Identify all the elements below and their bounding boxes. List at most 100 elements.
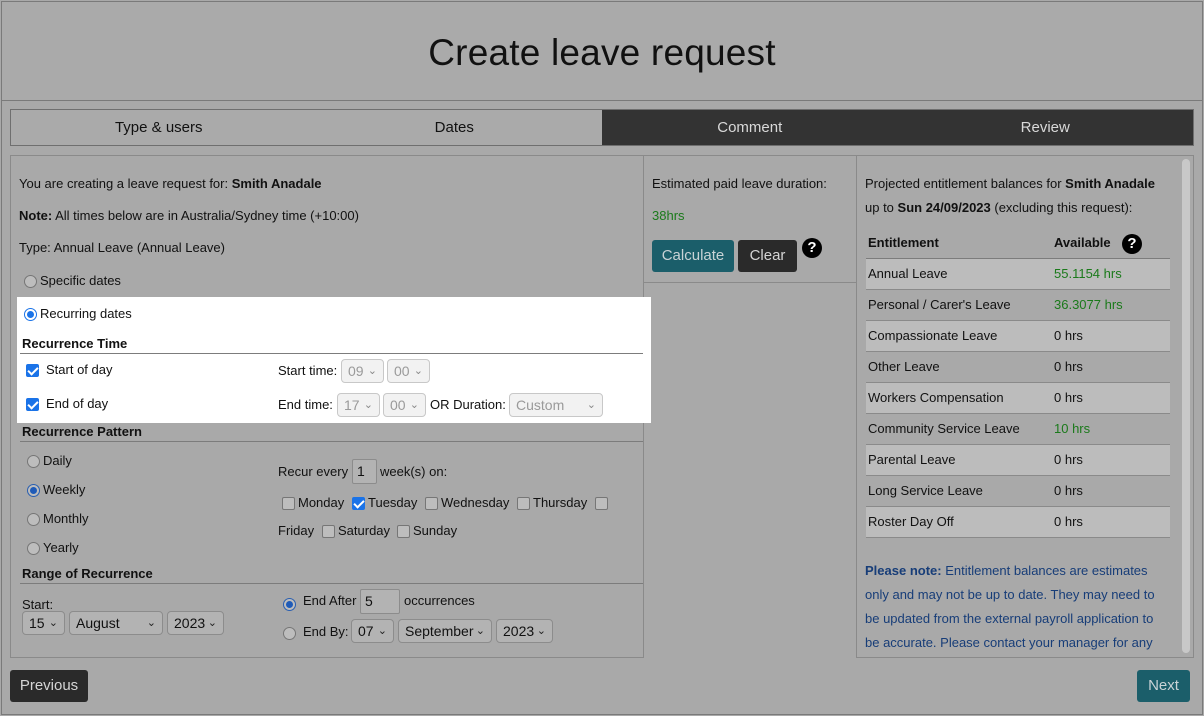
wednesday-checkbox[interactable]: [425, 497, 438, 510]
start-day-select[interactable]: 15 ⌄: [22, 611, 65, 635]
start-minute-select[interactable]: 00 ⌄: [387, 359, 430, 383]
wizard-tabs: Type & users Dates Comment Review: [10, 109, 1194, 146]
recurring-dates-radio[interactable]: [24, 308, 37, 321]
start-of-day-checkbox[interactable]: [26, 364, 39, 377]
recurring-dates-label[interactable]: Recurring dates: [40, 306, 132, 321]
leave-type-text: Type: Annual Leave (Annual Leave): [19, 240, 225, 255]
monday-label[interactable]: Monday: [298, 495, 344, 510]
monthly-radio[interactable]: [27, 513, 40, 526]
friday-checkbox[interactable]: [595, 497, 608, 510]
weeks-on-label: week(s) on:: [380, 464, 448, 479]
start-minute-value: 00: [394, 363, 410, 379]
sunday-checkbox[interactable]: [397, 525, 410, 538]
chevron-down-icon: ⌄: [207, 617, 217, 629]
previous-button[interactable]: Previous: [10, 670, 88, 702]
end-hour-value: 17: [344, 397, 360, 413]
end-after-label[interactable]: End After: [303, 593, 356, 608]
saturday-label[interactable]: Saturday: [338, 523, 390, 538]
end-by-label[interactable]: End By:: [303, 624, 349, 639]
tuesday-checkbox[interactable]: [352, 497, 365, 510]
creating-for-name: Smith Anadale: [231, 176, 322, 191]
thursday-checkbox[interactable]: [517, 497, 530, 510]
chevron-down-icon: ⌄: [586, 399, 596, 411]
recurrence-time-title: Recurrence Time: [22, 336, 128, 351]
next-button[interactable]: Next: [1137, 670, 1190, 702]
tab-dates[interactable]: Dates: [306, 110, 602, 145]
end-by-radio[interactable]: [283, 627, 296, 640]
sunday-label[interactable]: Sunday: [413, 523, 457, 538]
end-by-year-select[interactable]: 2023 ⌄: [496, 619, 553, 643]
specific-dates-label[interactable]: Specific dates: [40, 273, 121, 288]
start-year-select[interactable]: 2023 ⌄: [167, 611, 224, 635]
start-hour-select[interactable]: 09 ⌄: [341, 359, 384, 383]
entitlement-available: 55.1154 hrs: [1052, 258, 1170, 290]
friday-label[interactable]: Friday: [278, 523, 314, 538]
yearly-radio[interactable]: [27, 542, 40, 555]
entitlement-available: 0 hrs: [1052, 382, 1170, 414]
weekly-label[interactable]: Weekly: [43, 482, 85, 497]
daily-label[interactable]: Daily: [43, 453, 72, 468]
table-row: Workers Compensation 0 hrs: [866, 382, 1170, 414]
entitlement-help-icon[interactable]: ?: [1122, 234, 1142, 254]
recur-every-input[interactable]: 1: [352, 459, 377, 484]
creating-for-label: You are creating a leave request for:: [19, 176, 232, 191]
end-by-day-value: 07: [358, 623, 374, 639]
table-row: Parental Leave 0 hrs: [866, 444, 1170, 476]
weekly-radio[interactable]: [27, 484, 40, 497]
end-after-radio[interactable]: [283, 598, 296, 611]
table-row: Long Service Leave 0 hrs: [866, 475, 1170, 507]
table-row: Compassionate Leave 0 hrs: [866, 320, 1170, 352]
monday-checkbox[interactable]: [282, 497, 295, 510]
start-of-day-label[interactable]: Start of day: [46, 362, 112, 377]
wednesday-label[interactable]: Wednesday: [441, 495, 509, 510]
entitlement-name: Community Service Leave: [866, 413, 1052, 445]
end-by-month-select[interactable]: September ⌄: [398, 619, 492, 643]
note-heading: Please note:: [865, 563, 942, 578]
tuesday-label[interactable]: Tuesday: [368, 495, 417, 510]
projected-line-2: up to Sun 24/09/2023 (excluding this req…: [865, 200, 1132, 215]
saturday-checkbox[interactable]: [322, 525, 335, 538]
thursday-label[interactable]: Thursday: [533, 495, 587, 510]
entitlement-available: 36.3077 hrs: [1052, 289, 1170, 321]
start-month-value: August: [76, 615, 120, 631]
end-of-day-checkbox[interactable]: [26, 398, 39, 411]
estimate-value: 38hrs: [652, 208, 685, 223]
chevron-down-icon: ⌄: [48, 617, 58, 629]
chevron-down-icon: ⌄: [367, 365, 377, 377]
yearly-label[interactable]: Yearly: [43, 540, 79, 555]
start-time-label: Start time:: [278, 363, 338, 378]
entitlement-name: Parental Leave: [866, 444, 1052, 476]
end-by-day-select[interactable]: 07 ⌄: [351, 619, 394, 643]
chevron-down-icon: ⌄: [377, 625, 387, 637]
end-after-input[interactable]: 5: [360, 589, 400, 614]
estimate-label: Estimated paid leave duration:: [652, 176, 827, 191]
start-month-select[interactable]: August ⌄: [69, 611, 163, 635]
entitlement-available: 0 hrs: [1052, 320, 1170, 352]
tab-type-users[interactable]: Type & users: [11, 110, 307, 145]
start-day-value: 15: [29, 615, 45, 631]
duration-label: OR Duration:: [430, 397, 506, 412]
note-label: Note:: [19, 208, 53, 223]
specific-dates-radio[interactable]: [24, 275, 37, 288]
monthly-label[interactable]: Monthly: [43, 511, 89, 526]
entitlement-name: Annual Leave: [866, 258, 1052, 290]
entitlement-name: Compassionate Leave: [866, 320, 1052, 352]
end-hour-select[interactable]: 17 ⌄: [337, 393, 380, 417]
scrollbar-thumb[interactable]: [1182, 159, 1190, 653]
duration-select[interactable]: Custom ⌄: [509, 393, 603, 417]
projected-date: Sun 24/09/2023: [897, 200, 991, 215]
start-hour-value: 09: [348, 363, 364, 379]
divider: [20, 441, 643, 442]
end-by-year-value: 2023: [503, 623, 535, 639]
entitlement-available: 0 hrs: [1052, 351, 1170, 383]
tab-comment[interactable]: Comment: [602, 110, 898, 145]
end-minute-select[interactable]: 00 ⌄: [383, 393, 426, 417]
tab-review[interactable]: Review: [897, 110, 1193, 145]
calculate-button[interactable]: Calculate: [652, 240, 734, 272]
clear-button[interactable]: Clear: [738, 240, 797, 272]
help-icon[interactable]: ?: [802, 238, 822, 258]
chevron-down-icon: ⌄: [409, 399, 419, 411]
projected-name: Smith Anadale: [1065, 176, 1155, 191]
end-of-day-label[interactable]: End of day: [46, 396, 108, 411]
daily-radio[interactable]: [27, 455, 40, 468]
